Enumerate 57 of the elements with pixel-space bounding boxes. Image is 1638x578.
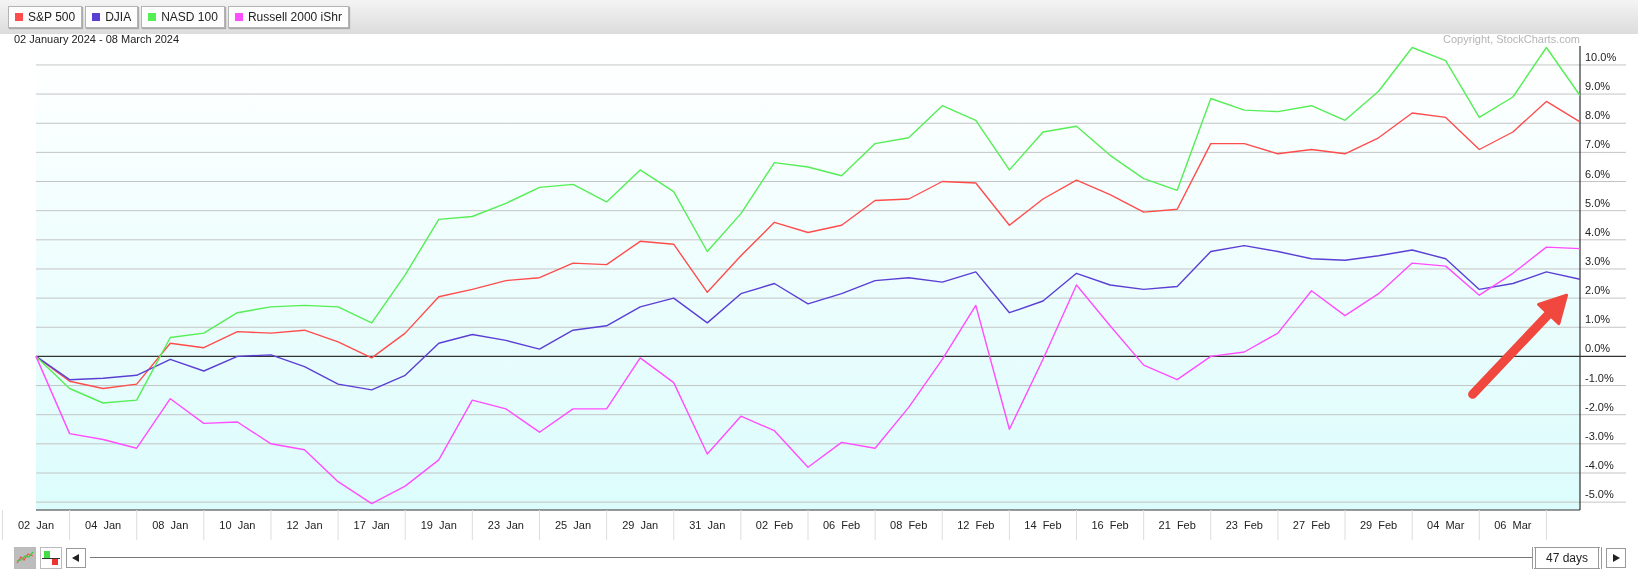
- x-axis-label: 12 Jan: [286, 519, 323, 531]
- y-axis-label: -4.0%: [1585, 459, 1614, 471]
- x-axis-label: 08 Feb: [890, 519, 928, 531]
- x-axis-label: 04 Mar: [1427, 519, 1465, 531]
- legend-item[interactable]: DJIA: [85, 6, 139, 28]
- y-axis-label: -5.0%: [1585, 488, 1614, 501]
- x-axis-label: 17 Jan: [353, 519, 390, 531]
- date-range-text: 02 January 2024 - 08 March 2024: [14, 34, 180, 46]
- scroll-left-button[interactable]: [66, 548, 86, 568]
- x-axis-label: 19 Jan: [420, 519, 457, 531]
- scroll-right-button[interactable]: [1606, 548, 1626, 568]
- y-axis-label: 10.0%: [1585, 50, 1617, 63]
- bar-chart-icon: [42, 550, 60, 566]
- performance-view-button[interactable]: [40, 547, 62, 569]
- x-axis-label: 21 Feb: [1158, 519, 1196, 531]
- y-axis-label: 7.0%: [1585, 138, 1611, 151]
- x-axis-label: 04 Jan: [85, 519, 122, 531]
- y-axis-label: 2.0%: [1585, 284, 1611, 297]
- y-axis-label: 1.0%: [1585, 313, 1611, 326]
- x-axis-label: 06 Mar: [1494, 519, 1532, 531]
- x-axis-label: 02 Jan: [17, 519, 55, 531]
- y-axis-label: 3.0%: [1585, 254, 1611, 267]
- x-axis-label: 23 Jan: [487, 519, 524, 531]
- x-axis-label: 29 Jan: [622, 519, 659, 531]
- x-axis-label: 12 Feb: [957, 519, 995, 531]
- x-axis-label: 25 Jan: [555, 519, 592, 531]
- x-axis-label: 31 Jan: [689, 519, 726, 531]
- y-axis-label: 0.0%: [1585, 342, 1611, 355]
- right-arrow-icon: [1612, 554, 1620, 562]
- y-axis-label: 8.0%: [1585, 109, 1611, 122]
- legend-item[interactable]: S&P 500: [8, 6, 83, 28]
- legend-label: S&P 500: [28, 10, 76, 24]
- y-axis-label: -3.0%: [1585, 429, 1614, 442]
- legend-label: Russell 2000 iShr: [247, 10, 342, 24]
- y-axis-label: 5.0%: [1585, 196, 1611, 209]
- y-axis-label: 6.0%: [1585, 167, 1611, 180]
- x-axis-label: 14 Feb: [1024, 519, 1062, 531]
- x-axis-label: 23 Feb: [1225, 519, 1263, 531]
- line-chart-icon: [16, 551, 34, 565]
- x-axis-label: 16 Feb: [1091, 519, 1129, 531]
- x-axis-label: 29 Feb: [1359, 519, 1398, 531]
- x-axis-label: 27 Feb: [1292, 519, 1331, 531]
- x-axis-label: 08 Jan: [152, 519, 189, 531]
- x-axis-label: 02 Feb: [755, 519, 794, 531]
- y-axis-label: -2.0%: [1585, 400, 1614, 413]
- x-axis-label: 10 Jan: [219, 519, 256, 531]
- left-arrow-icon: [72, 554, 80, 562]
- y-axis-label: -1.0%: [1585, 371, 1614, 384]
- legend-item[interactable]: NASD 100: [141, 6, 225, 28]
- y-axis-label: 4.0%: [1585, 225, 1611, 238]
- copyright-text: Copyright, StockCharts.com: [1443, 34, 1580, 46]
- range-slider-handle[interactable]: 47 days: [1531, 547, 1602, 569]
- legend-label: NASD 100: [161, 10, 218, 24]
- legend-label: DJIA: [105, 10, 132, 24]
- x-axis-label: 06 Feb: [822, 519, 861, 531]
- y-axis-label: 9.0%: [1585, 80, 1611, 93]
- legend-item[interactable]: Russell 2000 iShr: [227, 6, 349, 28]
